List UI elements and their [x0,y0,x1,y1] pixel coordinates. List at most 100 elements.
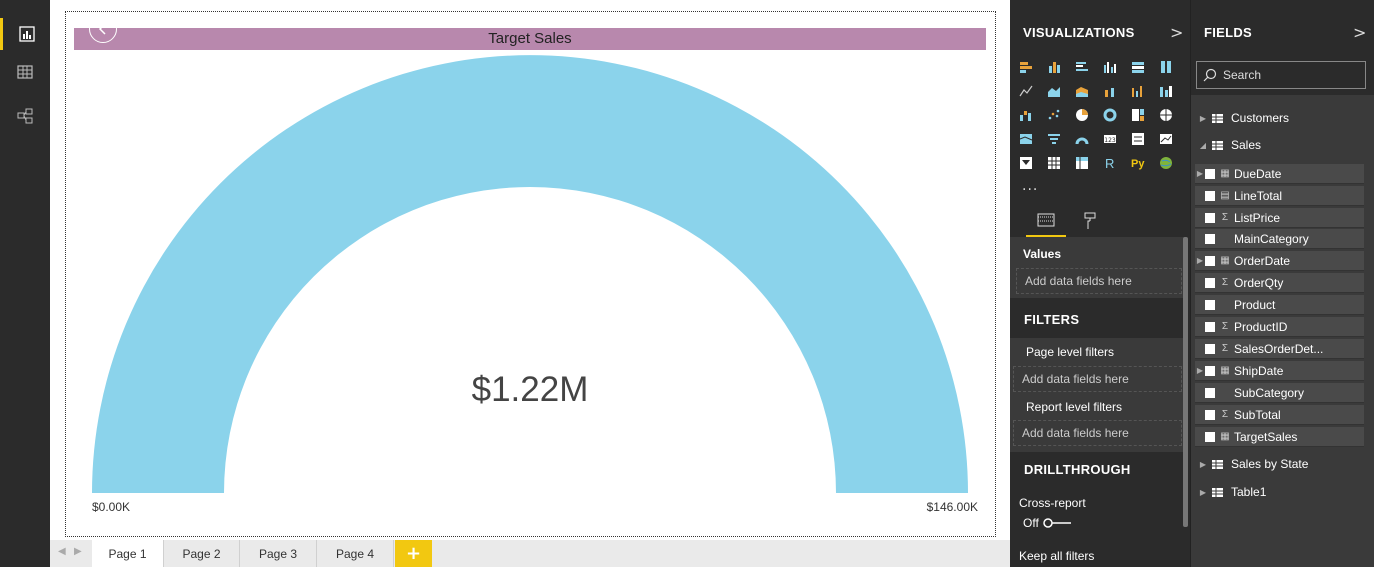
field-shipdate[interactable]: ▶ ▦ ShipDate [1195,361,1364,381]
field-linetotal[interactable]: ▤ LineTotal [1195,186,1364,206]
tab-page-2[interactable]: Page 2 [164,540,240,567]
checkbox[interactable] [1205,168,1215,179]
filters-header: FILTERS [1010,302,1184,338]
python-visual-icon[interactable]: Py [1131,156,1149,170]
chevron-right-icon: ▶ [1196,169,1204,178]
table-icon [1212,140,1223,150]
checkbox[interactable] [1205,387,1215,398]
table-sales-by-state[interactable]: ▶ Sales by State [1191,453,1308,475]
field-subtotal[interactable]: Σ SubTotal [1195,405,1364,425]
line-clustered-column-icon[interactable] [1131,84,1145,98]
table-icon[interactable] [1047,156,1061,170]
globe-icon[interactable] [1159,156,1173,170]
multi-row-card-icon[interactable] [1131,132,1145,146]
field-name: ListPrice [1234,210,1281,225]
chevron-right-icon: ▶ [1199,487,1207,497]
field-maincategory[interactable]: MainCategory [1195,229,1364,249]
field-name: OrderDate [1234,253,1291,268]
line-column-icon[interactable] [1103,84,1117,98]
ribbon-chart-icon[interactable] [1159,84,1173,98]
field-name: SubTotal [1234,407,1281,422]
checkbox[interactable] [1205,321,1215,332]
stacked-area-icon[interactable] [1075,84,1089,98]
tab-scroll-right-icon[interactable]: ▶ [74,546,82,557]
model-view-icon[interactable] [0,100,50,132]
data-view-icon[interactable] [0,56,50,88]
clustered-bar-icon[interactable] [1075,60,1089,74]
back-button[interactable] [89,15,117,43]
collapse-visualizations-icon[interactable]: > [1170,23,1183,42]
gauge-icon[interactable] [1075,132,1089,146]
visual-title: Target Sales [74,28,986,50]
checkbox[interactable] [1205,277,1215,288]
field-targetsales[interactable]: ▦ TargetSales [1195,427,1364,447]
tab-scroll-left-icon[interactable]: ◀ [58,546,66,557]
table-sales[interactable]: ◢ Sales [1191,134,1261,156]
fields-tab[interactable] [1026,205,1066,237]
visualizations-scrollbar[interactable] [1183,237,1188,527]
kpi-icon[interactable] [1159,132,1173,146]
table-customers[interactable]: ▶ Customers [1191,107,1289,129]
map-icon[interactable] [1159,108,1173,122]
treemap-icon[interactable] [1131,108,1145,122]
format-tab[interactable] [1070,205,1110,237]
checkbox[interactable] [1205,212,1215,223]
table-icon [1212,459,1223,469]
field-salesorderdetail[interactable]: Σ SalesOrderDet... [1195,339,1364,359]
fields-search-input[interactable]: Search [1196,61,1366,89]
field-subcategory[interactable]: SubCategory [1195,383,1364,403]
field-name: ProductID [1234,319,1288,334]
tab-page-3[interactable]: Page 3 [240,540,317,567]
report-view-icon[interactable] [0,18,50,50]
checkbox[interactable] [1205,431,1215,442]
line-chart-icon[interactable] [1019,84,1033,98]
values-drop-zone[interactable]: Add data fields here [1016,268,1182,294]
field-orderqty[interactable]: Σ OrderQty [1195,273,1364,293]
checkbox[interactable] [1205,365,1215,376]
tab-page-4[interactable]: Page 4 [317,540,394,567]
area-chart-icon[interactable] [1047,84,1061,98]
slicer-icon[interactable] [1019,156,1033,170]
pie-chart-icon[interactable] [1075,108,1089,122]
checkbox[interactable] [1205,255,1215,266]
matrix-icon[interactable] [1075,156,1089,170]
fields-header: FIELDS > Search [1191,0,1374,95]
waterfall-icon[interactable] [1019,108,1033,122]
page-filters-drop-zone[interactable]: Add data fields here [1013,366,1182,392]
field-product[interactable]: Product [1195,295,1364,315]
cross-report-label: Cross-report [1019,496,1086,510]
stacked-bar-icon[interactable] [1019,60,1033,74]
checkbox[interactable] [1205,190,1215,201]
r-visual-icon[interactable]: R [1103,156,1117,170]
gauge-value-label: $1.22M [471,370,589,409]
100-bar-icon[interactable] [1131,60,1145,74]
100-column-icon[interactable] [1159,60,1173,74]
report-filters-drop-zone[interactable]: Add data fields here [1013,420,1182,446]
field-listprice[interactable]: Σ ListPrice [1195,208,1364,228]
scatter-icon[interactable] [1047,108,1061,122]
power-bi-window: Target Sales $1.22M $0.00K $146.00K ◀ ▶ … [0,0,1374,567]
field-duedate[interactable]: ▶ ▦ DueDate [1195,164,1364,184]
cross-report-toggle[interactable]: Off [1023,516,1072,530]
checkbox[interactable] [1205,343,1215,354]
collapse-fields-icon[interactable]: > [1353,23,1366,42]
tab-page-1[interactable]: Page 1 [92,540,164,567]
more-visuals-button[interactable]: ... [1022,178,1038,194]
donut-chart-icon[interactable] [1103,108,1117,122]
clustered-column-icon[interactable] [1103,60,1117,74]
checkbox[interactable] [1205,233,1215,244]
filled-map-icon[interactable] [1019,132,1033,146]
card-icon[interactable]: 123 [1103,132,1117,146]
add-page-button[interactable]: + [395,540,432,567]
stacked-column-icon[interactable] [1047,60,1061,74]
field-orderdate[interactable]: ▶ ▦ OrderDate [1195,251,1364,271]
checkbox[interactable] [1205,409,1215,420]
field-name: SalesOrderDet... [1234,341,1324,356]
funnel-icon[interactable] [1047,132,1061,146]
measure-icon: ▦ [1220,431,1230,442]
table-table1[interactable]: ▶ Table1 [1191,481,1266,503]
cross-report-state: Off [1023,516,1039,530]
checkbox[interactable] [1205,299,1215,310]
table-name: Customers [1231,111,1290,125]
field-productid[interactable]: Σ ProductID [1195,317,1364,337]
